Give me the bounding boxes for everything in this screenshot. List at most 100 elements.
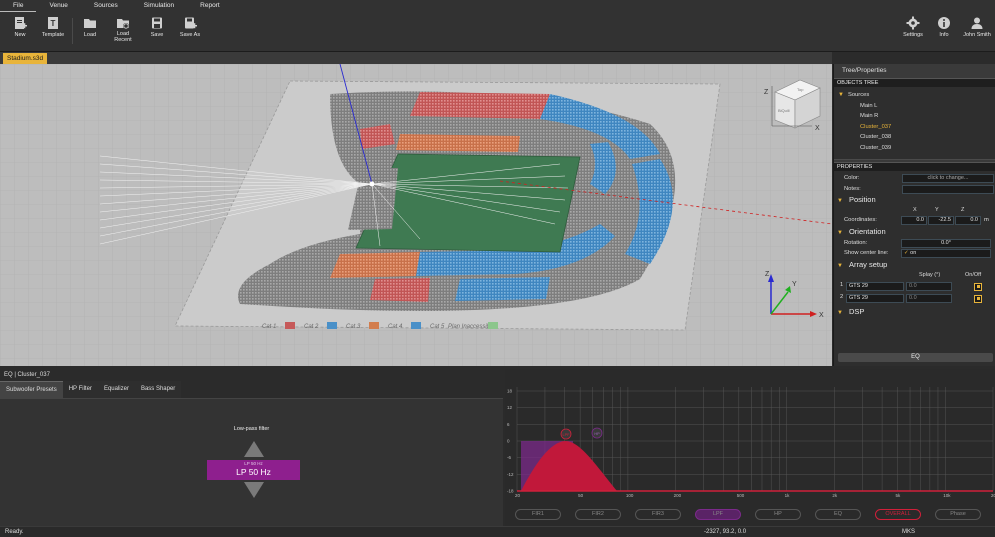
graph-button-hp[interactable]: HP xyxy=(755,509,801,520)
tab-hp-filter[interactable]: HP Filter xyxy=(63,381,98,398)
source-cluster[interactable] xyxy=(369,181,375,187)
menu-tabs: File Venue Sources Simulation Report xyxy=(0,0,233,12)
lowpass-value: LP 50 Hz xyxy=(236,467,271,477)
tree-item-cluster-038[interactable]: Cluster_038 xyxy=(834,132,995,143)
orientation-section[interactable]: ▼ Orientation xyxy=(834,226,995,238)
dsp-section-label: DSP xyxy=(848,306,865,316)
menu-tab-sources[interactable]: Sources xyxy=(81,0,131,12)
recent-folder-icon xyxy=(117,19,129,29)
view-cube-x-label: X xyxy=(815,125,820,132)
graph-button-overall[interactable]: OVERALL xyxy=(875,509,921,520)
legend-cat4: Cat 4 xyxy=(388,324,403,330)
y-tick-label: -6 xyxy=(507,455,511,460)
svg-text:T: T xyxy=(51,19,56,28)
increase-arrow-icon[interactable] xyxy=(244,441,264,457)
menu-tab-report[interactable]: Report xyxy=(187,0,233,12)
coord-z-field[interactable]: 0.0 xyxy=(955,216,981,225)
tab-bass-shaper[interactable]: Bass Shaper xyxy=(135,381,181,398)
menu-tab-file[interactable]: File xyxy=(0,0,37,12)
graph-button-fir2[interactable]: FIR2 xyxy=(575,509,621,520)
template-button[interactable]: T Template xyxy=(36,16,70,48)
expand-arrow-icon: ▼ xyxy=(837,309,843,316)
graph-button-fir3[interactable]: FIR3 xyxy=(635,509,681,520)
status-bar: Ready. -2327, 93.2, 0.0 MKS xyxy=(0,526,995,537)
notes-field[interactable] xyxy=(902,184,994,194)
color-picker[interactable]: click to change... xyxy=(902,174,994,183)
array-row-index: 1 xyxy=(840,281,844,288)
array-model-field[interactable]: GTS 29 xyxy=(846,293,904,303)
decrease-arrow-icon[interactable] xyxy=(244,482,264,498)
color-row: Color: click to change... xyxy=(834,173,995,184)
load-button[interactable]: Load xyxy=(73,16,107,48)
coord-header-z: Z xyxy=(961,207,965,213)
tree-item-main-l[interactable]: Main L xyxy=(834,101,995,112)
load-recent-button[interactable]: Load Recent xyxy=(106,16,140,48)
array-splay-field[interactable]: 0.0 xyxy=(906,293,952,303)
template-label: Template xyxy=(41,32,65,38)
save-as-button[interactable]: Save As xyxy=(173,16,207,48)
array-onoff-checkbox[interactable] xyxy=(974,282,982,291)
coord-header-row: X Y Z xyxy=(834,206,995,215)
save-button[interactable]: Save xyxy=(140,16,174,48)
orientation-section-label: Orientation xyxy=(848,226,886,236)
hp-marker-label: HP xyxy=(594,432,600,436)
tree-item-main-r[interactable]: Main R xyxy=(834,111,995,122)
dsp-section[interactable]: ▼ DSP xyxy=(834,306,995,318)
expand-arrow-icon: ▼ xyxy=(838,92,844,98)
settings-button[interactable]: Settings xyxy=(896,16,930,48)
objects-tree-header: OBJECTS TREE xyxy=(834,78,995,87)
properties-header: PROPERTIES xyxy=(834,162,995,171)
graph-button-fir1[interactable]: FIR1 xyxy=(515,509,561,520)
graph-button-lpf[interactable]: LPF xyxy=(695,509,741,520)
notes-row: Notes: xyxy=(834,184,995,195)
array-header-row: Splay (°) On/Off xyxy=(834,271,995,280)
new-button[interactable]: New xyxy=(3,16,37,48)
template-icon: T xyxy=(48,17,58,29)
stand-cat3-south-lower xyxy=(455,277,550,301)
tree-item-cluster-039[interactable]: Cluster_039 xyxy=(834,143,995,154)
menu-tab-simulation[interactable]: Simulation xyxy=(131,0,187,12)
gizmo-x-label: X xyxy=(819,312,824,319)
status-message: Ready. xyxy=(5,529,24,535)
legend-cat5: Cat 5 xyxy=(430,324,445,330)
tree-item-cluster-037[interactable]: Cluster_037 xyxy=(834,122,995,133)
coord-y-field[interactable]: -22.5 xyxy=(928,216,954,225)
lowpass-preset-display[interactable]: LP 50 Hz LP 50 Hz xyxy=(207,460,300,480)
stand-cat1-south xyxy=(370,278,430,302)
ribbon-toolbar: File Venue Sources Simulation Report New… xyxy=(0,0,995,52)
tree-item-sources[interactable]: ▼ Sources xyxy=(834,90,995,101)
graph-button-eq[interactable]: EQ xyxy=(815,509,861,520)
load-label: Load xyxy=(83,32,97,38)
color-label: Color: xyxy=(844,175,860,181)
tab-subwoofer-presets[interactable]: Subwoofer Presets xyxy=(0,381,63,398)
legend-cat1: Cat 1 xyxy=(262,324,276,330)
graph-button-phase[interactable]: Phase xyxy=(935,509,981,520)
save-as-icon xyxy=(185,17,197,29)
x-tick-label: 5k xyxy=(895,493,901,498)
view-cube-front-label: BiQuill xyxy=(778,108,790,113)
array-splay-field[interactable]: 0.0 xyxy=(906,281,952,291)
array-setup-section[interactable]: ▼ Array setup xyxy=(834,259,995,271)
view-cube-top-label: Top xyxy=(797,87,804,92)
stand-cat3-south xyxy=(416,250,520,276)
coord-x-field[interactable]: 0.0 xyxy=(901,216,927,225)
eq-button[interactable]: EQ xyxy=(838,353,993,362)
frequency-graph[interactable]: 181260-6-12-18 20501002005001k2k5k10k20k… xyxy=(505,369,995,526)
rotation-field[interactable]: 0.0° xyxy=(901,238,991,248)
lowpass-small-label: LP 50 Hz xyxy=(244,461,263,466)
document-tab-bar: Stadium.s3d xyxy=(0,52,832,64)
document-tab[interactable]: Stadium.s3d xyxy=(3,53,48,64)
3d-viewport[interactable]: Cat 1 Cat 2 Cat 3 Cat 4 Cat 5 Plan Inacc… xyxy=(0,64,832,366)
info-button[interactable]: Info xyxy=(927,16,961,48)
x-tick-label: 50 xyxy=(578,493,584,498)
position-section[interactable]: ▼ Position xyxy=(834,194,995,206)
array-model-field[interactable]: GTS 29 xyxy=(846,281,904,291)
array-onoff-checkbox[interactable] xyxy=(974,294,982,303)
menu-tab-venue[interactable]: Venue xyxy=(36,0,80,12)
center-line-row: Show center line: ✓ on xyxy=(834,248,995,259)
user-button[interactable]: John Smith xyxy=(960,16,994,48)
lowpass-title: Low-pass filter xyxy=(233,426,270,432)
eq-tabs: Subwoofer Presets HP Filter Equalizer Ba… xyxy=(0,381,182,398)
center-line-toggle[interactable]: ✓ on xyxy=(901,249,991,258)
tab-equalizer[interactable]: Equalizer xyxy=(98,381,135,398)
